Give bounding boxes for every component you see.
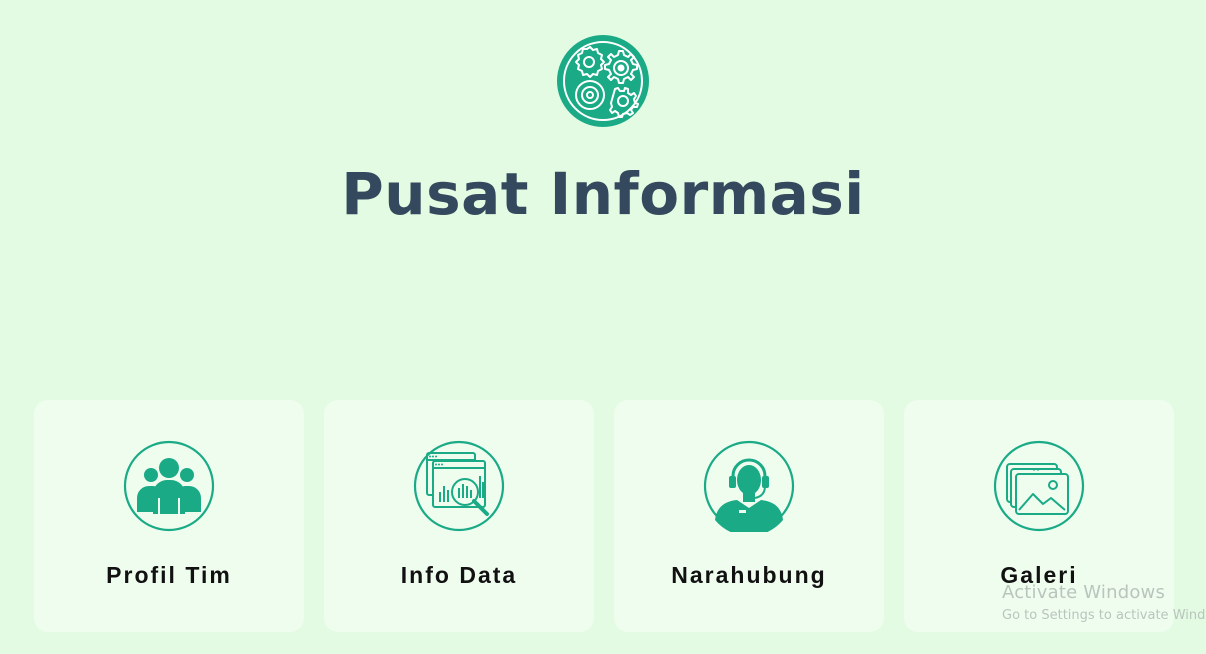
menu-card-info-data[interactable]: Info Data — [324, 400, 594, 632]
page: Pusat Informasi Profil Tim Info Data Nar… — [0, 0, 1206, 654]
gallery-icon — [993, 440, 1085, 532]
gears-icon — [557, 35, 649, 127]
page-title: Pusat Informasi — [341, 160, 865, 228]
headset-contact-icon — [703, 440, 795, 532]
menu-card-label: Narahubung — [671, 562, 827, 588]
menu-card-label: Info Data — [400, 562, 518, 588]
team-icon — [123, 440, 215, 532]
menu-card-galeri[interactable]: Galeri — [904, 400, 1174, 632]
menu-card-label: Galeri — [1000, 562, 1078, 588]
menu-card-profil-tim[interactable]: Profil Tim — [34, 400, 304, 632]
data-analysis-icon — [413, 440, 505, 532]
menu-card-narahubung[interactable]: Narahubung — [614, 400, 884, 632]
menu-card-label: Profil Tim — [106, 562, 232, 588]
